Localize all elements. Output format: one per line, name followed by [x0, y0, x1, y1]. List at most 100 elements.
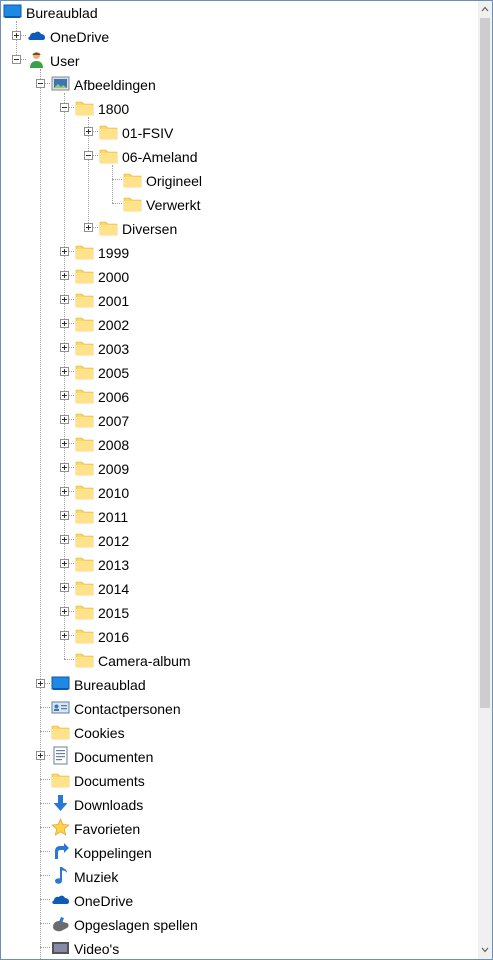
tree-item[interactable]: Cookies	[1, 721, 478, 745]
tree-item[interactable]: 1800	[1, 97, 478, 121]
tree-item[interactable]: OneDrive	[1, 889, 478, 913]
tree-item-label: 2014	[98, 581, 130, 597]
expand-icon[interactable]	[12, 31, 21, 40]
tree-item[interactable]: Muziek	[1, 865, 478, 889]
folder-icon	[123, 194, 142, 213]
tree-item[interactable]: Video's	[1, 937, 478, 959]
tree-item[interactable]: 1999	[1, 241, 478, 265]
tree-item-label: Bureaublad	[74, 677, 146, 693]
tree-item[interactable]: Origineel	[1, 169, 478, 193]
tree-item[interactable]: OneDrive	[1, 25, 478, 49]
tree-item[interactable]: 2010	[1, 481, 478, 505]
tree-item[interactable]: 2009	[1, 457, 478, 481]
tree-item-label: Downloads	[74, 797, 144, 813]
tree-item-label: Afbeeldingen	[74, 77, 156, 93]
tree-item-label: Cookies	[74, 725, 125, 741]
tree-item[interactable]: 2013	[1, 553, 478, 577]
tree-item[interactable]: 2003	[1, 337, 478, 361]
tree-item[interactable]: Camera-album	[1, 649, 478, 673]
tree-item-label: 2006	[98, 389, 130, 405]
tree-item[interactable]: 2007	[1, 409, 478, 433]
folder-icon	[51, 722, 70, 741]
expand-icon[interactable]	[60, 535, 69, 544]
expand-icon[interactable]	[84, 223, 93, 232]
tree-item[interactable]: 2001	[1, 289, 478, 313]
folder-icon	[75, 386, 94, 405]
tree-item[interactable]: Koppelingen	[1, 841, 478, 865]
collapse-icon[interactable]	[84, 151, 93, 160]
favorites-star-icon	[51, 818, 70, 837]
tree-item[interactable]: Bureaublad	[1, 1, 478, 25]
tree-item[interactable]: 2008	[1, 433, 478, 457]
expand-icon[interactable]	[60, 463, 69, 472]
expand-icon[interactable]	[60, 607, 69, 616]
scroll-up-button[interactable]	[478, 1, 492, 18]
tree-item[interactable]: 2012	[1, 529, 478, 553]
tree-item[interactable]: 2011	[1, 505, 478, 529]
tree-item[interactable]: 2006	[1, 385, 478, 409]
tree-item-label: Favorieten	[74, 821, 141, 837]
folder-tree[interactable]: Bureaublad OneDrive User Afbeeldingen 1800 01…	[1, 1, 478, 959]
collapse-icon[interactable]	[60, 103, 69, 112]
folder-icon	[75, 482, 94, 501]
tree-item[interactable]: Afbeeldingen	[1, 73, 478, 97]
tree-item[interactable]: 2002	[1, 313, 478, 337]
expand-icon[interactable]	[60, 319, 69, 328]
tree-item[interactable]: 2016	[1, 625, 478, 649]
expand-icon[interactable]	[60, 415, 69, 424]
tree-item[interactable]: 2005	[1, 361, 478, 385]
tree-item[interactable]: User	[1, 49, 478, 73]
folder-icon	[75, 266, 94, 285]
scroll-down-button[interactable]	[478, 942, 492, 959]
tree-item-label: Documents	[74, 773, 145, 789]
expand-icon[interactable]	[36, 751, 45, 760]
expand-icon[interactable]	[60, 271, 69, 280]
tree-item-label: 2007	[98, 413, 130, 429]
tree-item[interactable]: Documents	[1, 769, 478, 793]
tree-item[interactable]: 06-Ameland	[1, 145, 478, 169]
collapse-icon[interactable]	[12, 55, 21, 64]
tree-item[interactable]: 2000	[1, 265, 478, 289]
tree-item[interactable]: Favorieten	[1, 817, 478, 841]
tree-item-label: 2003	[98, 341, 130, 357]
tree-item[interactable]: 01-FSIV	[1, 121, 478, 145]
expand-icon[interactable]	[60, 295, 69, 304]
folder-icon	[75, 410, 94, 429]
tree-item[interactable]: Documenten	[1, 745, 478, 769]
tree-item-label: 01-FSIV	[122, 125, 174, 141]
folder-icon	[75, 626, 94, 645]
tree-item[interactable]: Bureaublad	[1, 673, 478, 697]
folder-icon	[75, 458, 94, 477]
expand-icon[interactable]	[60, 631, 69, 640]
folder-icon	[99, 146, 118, 165]
tree-item-label: 2008	[98, 437, 130, 453]
expand-icon[interactable]	[60, 439, 69, 448]
expand-icon[interactable]	[60, 511, 69, 520]
tree-item[interactable]: 2014	[1, 577, 478, 601]
tree-item[interactable]: Contactpersonen	[1, 697, 478, 721]
expand-icon[interactable]	[36, 679, 45, 688]
tree-item[interactable]: Diversen	[1, 217, 478, 241]
expand-icon[interactable]	[60, 367, 69, 376]
expand-icon[interactable]	[60, 391, 69, 400]
onedrive-cloud-icon	[51, 890, 70, 909]
tree-item[interactable]: Opgeslagen spellen	[1, 913, 478, 937]
links-arrow-icon	[51, 842, 70, 861]
music-note-icon	[51, 866, 70, 885]
scrollbar-thumb[interactable]	[480, 18, 490, 708]
vertical-scrollbar[interactable]	[478, 1, 492, 959]
expand-icon[interactable]	[60, 343, 69, 352]
expand-icon[interactable]	[60, 487, 69, 496]
collapse-icon[interactable]	[36, 79, 45, 88]
tree-item[interactable]: 2015	[1, 601, 478, 625]
tree-item[interactable]: Verwerkt	[1, 193, 478, 217]
folder-icon	[75, 290, 94, 309]
videos-icon	[51, 938, 70, 957]
tree-item-label: 1800	[98, 101, 130, 117]
folder-icon	[99, 122, 118, 141]
expand-icon[interactable]	[60, 583, 69, 592]
expand-icon[interactable]	[60, 247, 69, 256]
expand-icon[interactable]	[60, 559, 69, 568]
tree-item[interactable]: Downloads	[1, 793, 478, 817]
expand-icon[interactable]	[84, 127, 93, 136]
